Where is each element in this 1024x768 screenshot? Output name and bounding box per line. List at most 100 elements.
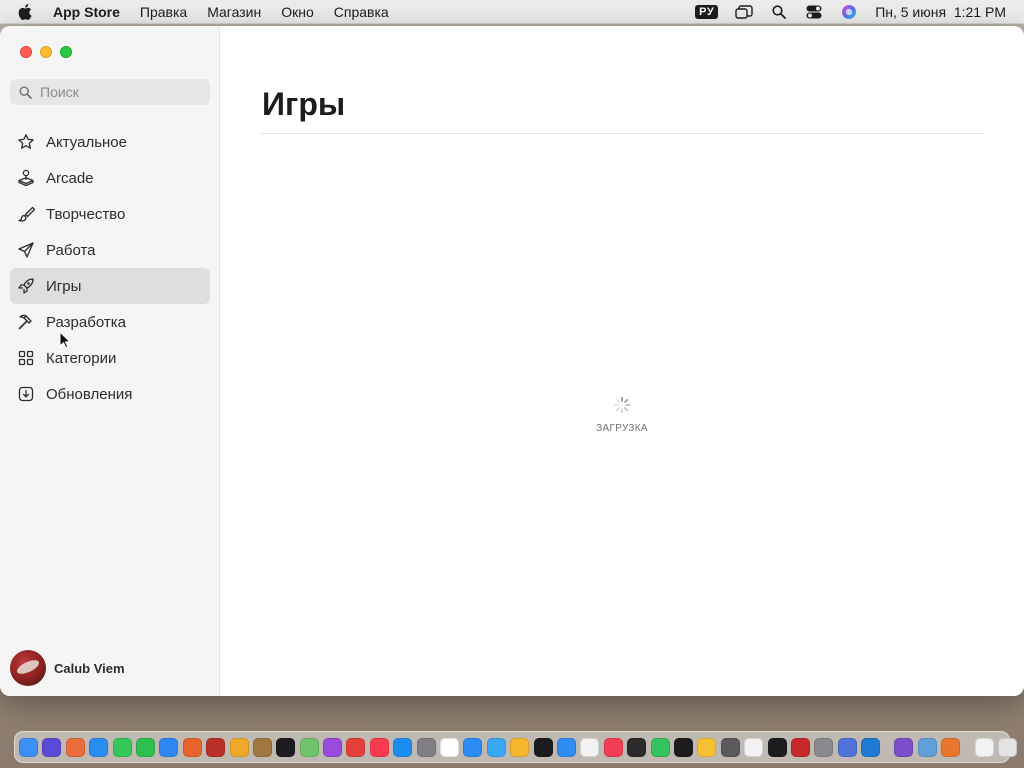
trash-icon[interactable] — [998, 737, 1018, 757]
notes-folder-icon[interactable] — [229, 737, 249, 757]
star-icon — [16, 132, 36, 152]
launchpad-icon[interactable] — [65, 737, 85, 757]
joystick-icon — [16, 168, 36, 188]
sidebar-item-label: Работа — [46, 241, 96, 259]
photos-icon[interactable] — [510, 737, 530, 757]
avatar — [10, 650, 46, 686]
spotlight-search-icon[interactable] — [770, 4, 788, 20]
music-icon[interactable] — [369, 737, 389, 757]
sidebar-item-label: Игры — [46, 277, 82, 295]
activity-monitor-icon[interactable] — [627, 737, 647, 757]
input-source-indicator[interactable]: РУ — [695, 5, 719, 19]
xcode-icon[interactable] — [837, 737, 857, 757]
sidebar-item-arcade[interactable]: Arcade — [10, 160, 210, 196]
safari-icon[interactable] — [89, 737, 109, 757]
appstore-icon[interactable] — [393, 737, 413, 757]
stocks-icon[interactable] — [533, 737, 553, 757]
paper-plane-icon — [16, 240, 36, 260]
close-button[interactable] — [20, 46, 32, 58]
sidebar-item-label: Творчество — [46, 205, 126, 223]
sidebar-item-updates[interactable]: Обновления — [10, 376, 210, 412]
sidebar-item-label: Категории — [46, 349, 117, 367]
menu-help[interactable]: Справка — [334, 4, 389, 20]
download-icon — [16, 384, 36, 404]
freeform-icon[interactable] — [486, 737, 506, 757]
search-icon — [19, 85, 32, 99]
chrome-icon[interactable] — [346, 737, 366, 757]
textedit-icon[interactable] — [744, 737, 764, 757]
sidebar-item-label: Обновления — [46, 385, 133, 403]
appletv-icon[interactable] — [276, 737, 296, 757]
reminders-icon[interactable] — [580, 737, 600, 757]
find-my-icon[interactable] — [650, 737, 670, 757]
dictionary-icon[interactable] — [206, 737, 226, 757]
user-name: Calub Viem — [54, 660, 125, 676]
home-icon[interactable] — [697, 737, 717, 757]
search-field[interactable]: Поиск — [10, 79, 210, 105]
window-controls — [20, 46, 72, 58]
menu-bar: App Store Правка Магазин Окно Справка РУ… — [0, 0, 1024, 24]
facetime-icon[interactable] — [135, 737, 155, 757]
maps-icon[interactable] — [299, 737, 319, 757]
menu-edit[interactable]: Правка — [140, 4, 187, 20]
sidebar-item-develop[interactable]: Разработка — [10, 304, 210, 340]
title-divider — [261, 133, 985, 134]
menu-window[interactable]: Окно — [281, 4, 314, 20]
menu-app-name[interactable]: App Store — [53, 4, 120, 20]
vscode-icon[interactable] — [861, 737, 881, 757]
sidebar-item-discover[interactable]: Актуальное — [10, 124, 210, 160]
terminal-icon[interactable] — [767, 737, 787, 757]
control-center-icon[interactable] — [805, 4, 823, 20]
apple-menu-icon[interactable] — [18, 3, 38, 20]
visual-studio-icon[interactable] — [894, 737, 914, 757]
brush-icon — [16, 204, 36, 224]
rocket-icon — [16, 276, 36, 296]
menu-store[interactable]: Магазин — [207, 4, 261, 20]
blender-icon[interactable] — [941, 737, 961, 757]
sidebar-nav: Актуальное Arcade Творчество Работа Игры… — [10, 124, 210, 412]
app-store-window: Поиск Актуальное Arcade Творчество Работ… — [0, 26, 1024, 696]
script-editor-icon[interactable] — [814, 737, 834, 757]
hammer-icon — [16, 312, 36, 332]
preview-icon[interactable] — [917, 737, 937, 757]
podcasts-icon[interactable] — [323, 737, 343, 757]
mail-icon[interactable] — [159, 737, 179, 757]
account-button[interactable]: Calub Viem — [10, 650, 125, 686]
menubar-clock[interactable]: Пн, 5 июня 1:21 PM — [875, 4, 1006, 20]
minimize-button[interactable] — [40, 46, 52, 58]
clock-icon[interactable] — [673, 737, 693, 757]
dock — [14, 731, 1018, 763]
settings-icon[interactable] — [416, 737, 436, 757]
sidebar-item-label: Разработка — [46, 313, 126, 331]
siri-icon[interactable] — [840, 4, 858, 20]
files-icon[interactable] — [463, 737, 483, 757]
downloads-stack-icon[interactable] — [974, 737, 994, 757]
page-title: Игры — [262, 86, 346, 122]
sidebar-item-work[interactable]: Работа — [10, 232, 210, 268]
calculator-icon[interactable] — [720, 737, 740, 757]
sidebar-item-games[interactable]: Игры — [10, 268, 210, 304]
mouse-cursor-icon — [59, 331, 71, 349]
loading-label: ЗАГРУЗКА — [596, 423, 648, 434]
loading-indicator: ЗАГРУЗКА — [581, 396, 663, 434]
calendar-icon[interactable] — [440, 737, 460, 757]
spinner-icon — [613, 396, 631, 414]
sidebar-item-create[interactable]: Творчество — [10, 196, 210, 232]
messages-icon[interactable] — [112, 737, 132, 757]
main-content: Игры ЗАГРУЗКА — [221, 26, 1024, 696]
search-placeholder: Поиск — [40, 84, 79, 100]
sidebar-item-label: Arcade — [46, 169, 94, 187]
sidebar: Поиск Актуальное Arcade Творчество Работ… — [0, 26, 220, 696]
zoom-button[interactable] — [60, 46, 72, 58]
sidebar-item-categories[interactable]: Категории — [10, 340, 210, 376]
photo-booth-icon[interactable] — [790, 737, 810, 757]
news-icon[interactable] — [603, 737, 623, 757]
grid-icon — [16, 348, 36, 368]
firefox-icon[interactable] — [182, 737, 202, 757]
stage-manager-icon[interactable] — [735, 4, 753, 20]
sidebar-item-label: Актуальное — [46, 133, 127, 151]
keynote-icon[interactable] — [556, 737, 576, 757]
siri-icon[interactable] — [42, 737, 62, 757]
notebook-icon[interactable] — [252, 737, 272, 757]
finder-icon[interactable] — [19, 737, 38, 757]
